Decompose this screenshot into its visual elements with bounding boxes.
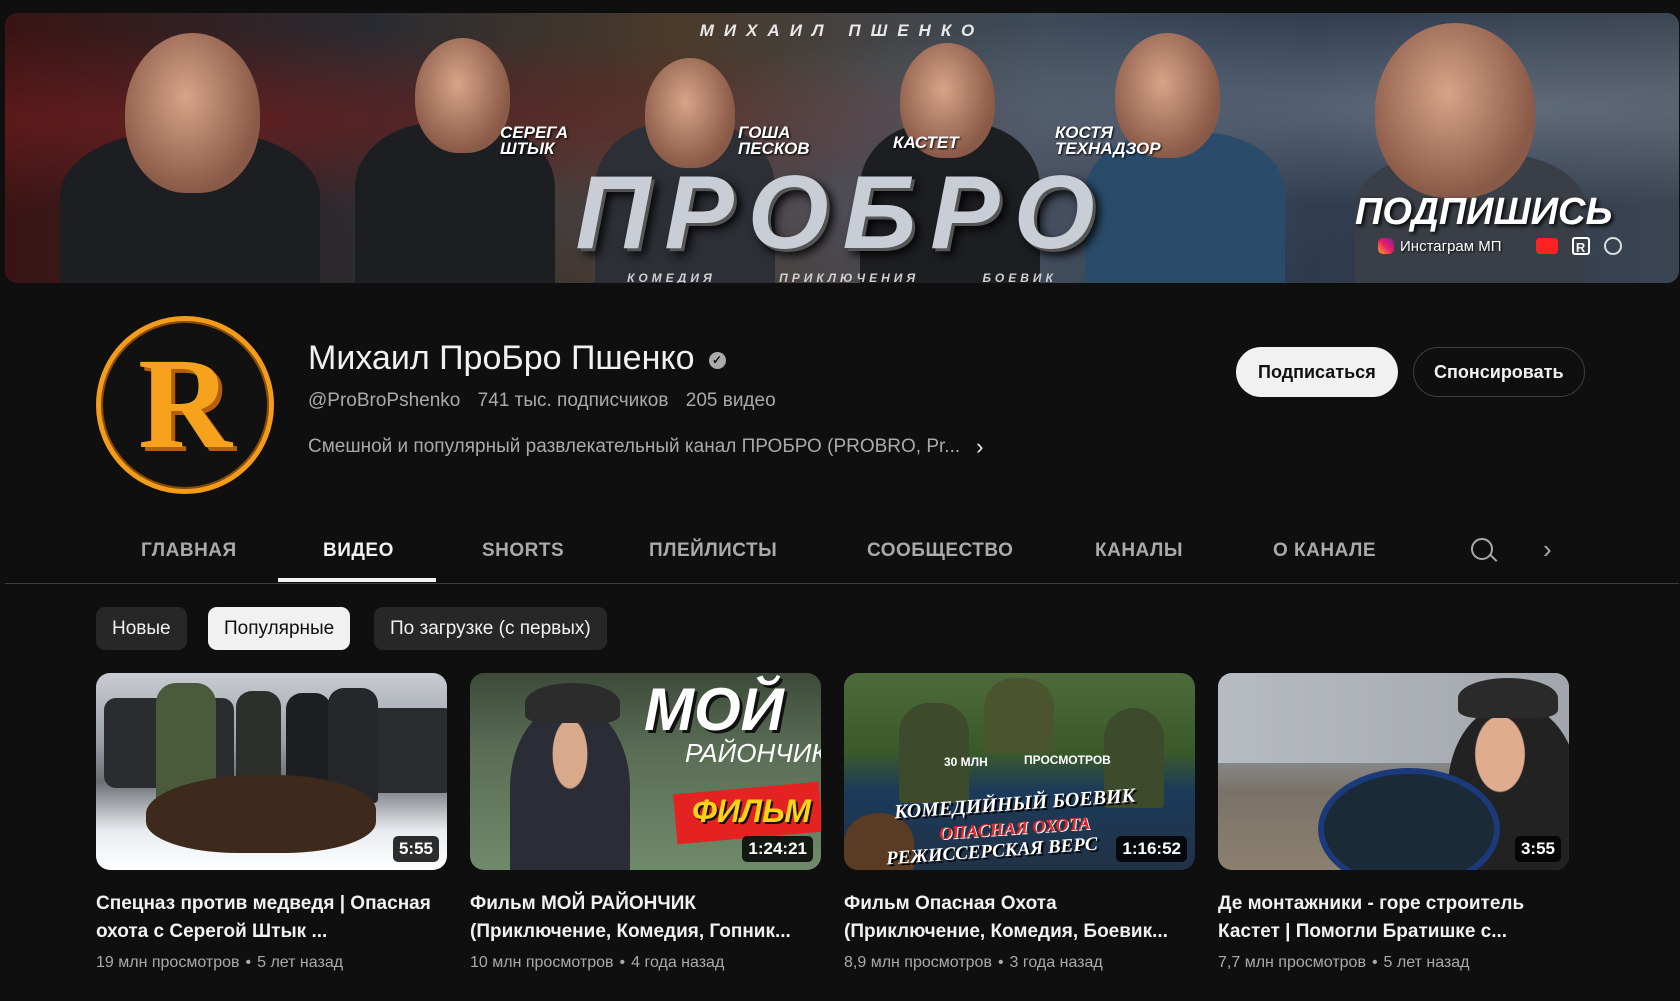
channel-description[interactable]: Смешной и популярный развлекательный кан… [308,434,983,460]
tab-channels[interactable]: КАНАЛЫ [1095,540,1183,562]
tab-home[interactable]: ГЛАВНАЯ [141,540,237,562]
banner-genre: БОЕВИК [982,271,1057,283]
banner-character-name: КОСТЯ ТЕХНАДЗОР [1055,123,1161,158]
video-views: 8,9 млн просмотров [844,954,992,971]
channel-name: Михаил ПроБро Пшенко ✓ [308,339,726,378]
banner-character-name: КАСТЕТ [893,133,959,152]
subscribe-button[interactable]: Подписаться [1236,347,1398,397]
tab-playlists[interactable]: ПЛЕЙЛИСТЫ [649,540,777,562]
video-age: 5 лет назад [1383,954,1470,971]
banner-face [415,38,510,153]
chevron-right-icon: › [976,434,984,459]
channel-banner: МИХАИЛ ПШЕНКО ПРОБРО СЕРЕГА ШТЫК ГОША ПЕ… [5,13,1679,283]
verified-icon: ✓ [708,351,726,369]
video-views: 7,7 млн просмотров [1218,954,1366,971]
video-count: 205 видео [685,390,776,411]
active-tab-indicator [278,578,436,582]
video-card[interactable]: 30 МЛН ПРОСМОТРОВ КОМЕДИЙНЫЙ БОЕВИК ОПАС… [844,673,1195,972]
video-card[interactable]: 3:55 Де монтажники - горе строитель Каст… [1218,673,1569,972]
video-title[interactable]: Фильм Опасная Охота (Приключение, Комеди… [844,890,1195,946]
tab-about[interactable]: О КАНАЛЕ [1273,540,1376,562]
video-thumbnail[interactable]: 30 МЛН ПРОСМОТРОВ КОМЕДИЙНЫЙ БОЕВИК ОПАС… [844,673,1195,870]
video-title[interactable]: Спецназ против медведя | Опасная охота с… [96,890,447,946]
channel-handle: @ProBroPshenko [308,390,461,411]
video-duration: 3:55 [1514,836,1561,862]
rutube-icon[interactable]: R [1571,237,1590,255]
tab-videos[interactable]: ВИДЕО [323,540,394,562]
video-duration: 5:55 [392,836,439,862]
channel-tabs: ГЛАВНАЯ ВИДЕО SHORTS ПЛЕЙЛИСТЫ СООБЩЕСТВ… [5,520,1679,584]
thumbnail-text: РАЙОНЧИК [685,738,821,768]
banner-subscribe-text: ПОДПИШИСЬ [1355,191,1613,233]
video-views: 10 млн просмотров [470,954,614,971]
globe-icon[interactable] [1603,237,1622,255]
thumbnail-text: ПРОСМОТРОВ [1024,753,1111,767]
thumbnail-text: 30 МЛН [944,755,988,769]
video-duration: 1:24:21 [742,836,813,862]
banner-character-name: СЕРЕГА ШТЫК [500,123,569,158]
video-thumbnail[interactable]: 5:55 [96,673,447,870]
video-thumbnail[interactable]: 3:55 [1218,673,1569,870]
banner-genre: КОМЕДИЯ [627,271,716,283]
video-age: 5 лет назад [257,954,344,971]
thumbnail-text: МОЙ [644,676,784,743]
video-meta: 19 млн просмотров • 5 лет назад [96,954,344,971]
video-duration: 1:16:52 [1116,836,1187,862]
channel-name-text: Михаил ПроБро Пшенко [308,339,695,377]
video-title[interactable]: Де монтажники - горе строитель Кастет | … [1218,890,1569,946]
sponsor-button[interactable]: Спонсировать [1413,347,1585,397]
chevron-right-icon[interactable]: › [1543,534,1552,565]
video-meta: 10 млн просмотров • 4 года назад [470,954,725,971]
video-title[interactable]: Фильм МОЙ РАЙОНЧИК (Приключение, Комедия… [470,890,821,946]
video-age: 4 года назад [631,954,725,971]
search-icon[interactable] [1471,538,1493,560]
banner-link-instagram[interactable]: Инстаграм МП [1378,238,1502,255]
banner-link-label: Инстаграм МП [1400,237,1502,255]
avatar-logo: R [138,332,232,476]
banner-top-text: МИХАИЛ ПШЕНКО [699,21,985,40]
youtube-icon[interactable] [1535,238,1558,254]
video-age: 3 года назад [1009,954,1103,971]
video-meta: 8,9 млн просмотров • 3 года назад [844,954,1103,971]
banner-genres: КОМЕДИЯ ПРИКЛЮЧЕНИЯ БОЕВИК [5,271,1679,283]
video-card[interactable]: МОЙ РАЙОНЧИК ФИЛЬМ 1:24:21 Фильм МОЙ РАЙ… [470,673,821,972]
subscriber-count: 741 тыс. подписчиков [477,390,669,411]
instagram-icon [1378,238,1394,254]
chip-oldest[interactable]: По загрузке (с первых) [374,607,607,650]
banner-genre: ПРИКЛЮЧЕНИЯ [779,271,920,283]
tab-shorts[interactable]: SHORTS [482,540,564,562]
video-views: 19 млн просмотров [96,954,240,971]
banner-face [645,58,735,168]
banner-character-name: ГОША ПЕСКОВ [738,123,810,158]
video-thumbnail[interactable]: МОЙ РАЙОНЧИК ФИЛЬМ 1:24:21 [470,673,821,870]
video-meta: 7,7 млн просмотров • 5 лет назад [1218,954,1470,971]
channel-avatar[interactable]: R [96,316,274,494]
tab-community[interactable]: СООБЩЕСТВО [867,540,1013,562]
banner-links: Инстаграм МП R [1378,237,1622,255]
channel-meta: @ProBroPshenko 741 тыс. подписчиков 205 … [308,390,788,412]
chip-popular[interactable]: Популярные [208,607,351,650]
channel-description-text: Смешной и популярный развлекательный кан… [308,436,961,457]
video-card[interactable]: 5:55 Спецназ против медведя | Опасная ох… [96,673,447,972]
thumbnail-text: ФИЛЬМ [692,793,811,829]
chip-new[interactable]: Новые [96,607,187,650]
